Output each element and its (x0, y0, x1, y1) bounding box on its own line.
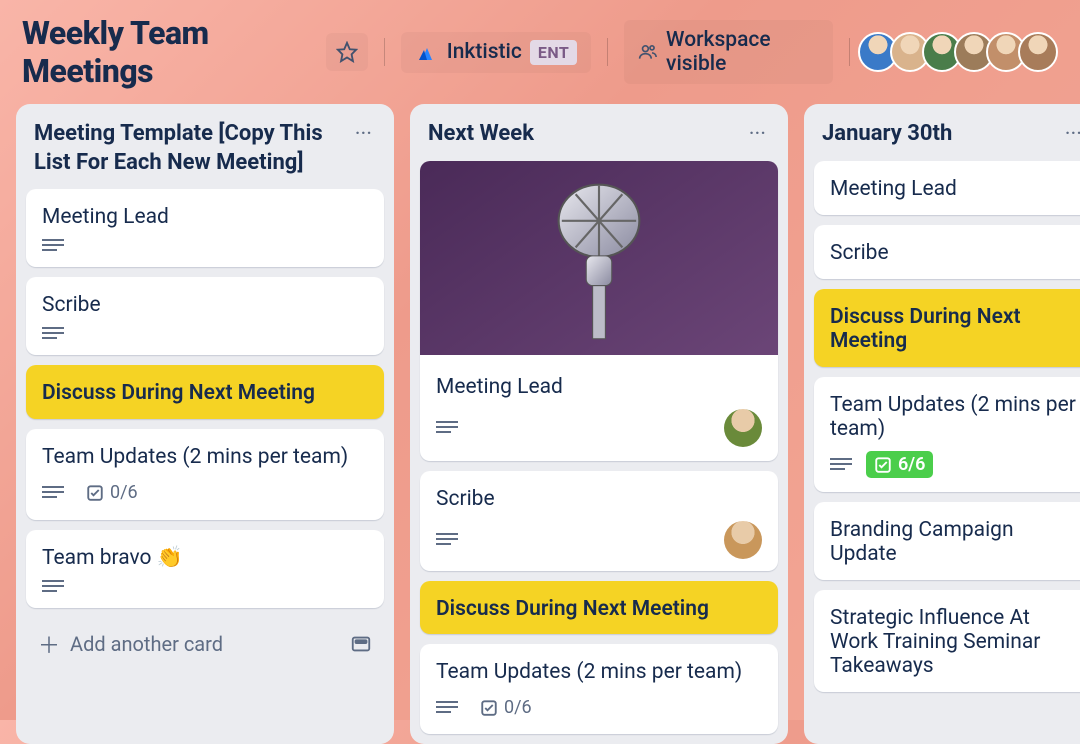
card-badges (42, 580, 368, 594)
star-icon (336, 41, 358, 63)
card-cover (420, 161, 778, 355)
list-header: Next Week ··· (420, 116, 778, 151)
list-title[interactable]: Meeting Template [Copy This List For Eac… (34, 120, 343, 177)
list-title[interactable]: Next Week (428, 120, 737, 149)
card[interactable]: Discuss During Next Meeting (26, 365, 384, 419)
card[interactable]: Meeting Lead (420, 161, 778, 461)
list: January 30th ··· Meeting Lead Scribe Discu… (804, 104, 1080, 744)
people-icon (638, 41, 658, 63)
member-avatars[interactable] (866, 32, 1058, 72)
card-title: Meeting Lead (830, 177, 957, 201)
description-icon (830, 458, 852, 472)
card-title: Discuss During Next Meeting (830, 305, 1078, 353)
board-header: Weekly Team Meetings Inktistic ENT Works… (0, 0, 1080, 104)
list-title[interactable]: January 30th (822, 120, 1053, 149)
card-badges (436, 521, 762, 559)
atlassian-icon (415, 40, 439, 64)
card-badges (42, 239, 368, 253)
board-canvas: Meeting Template [Copy This List For Eac… (0, 104, 1080, 744)
description-icon (42, 580, 64, 594)
card-title: Discuss During Next Meeting (436, 597, 709, 621)
card-title: Branding Campaign Update (830, 518, 1078, 566)
list: Next Week ··· Meeting Lead Scribe Discuss … (410, 104, 788, 744)
list-menu-button[interactable]: ··· (745, 120, 770, 149)
star-button[interactable] (326, 33, 368, 71)
divider (384, 38, 385, 66)
card-badges (436, 409, 762, 447)
add-card-button[interactable]: ＋ Add another card (26, 618, 384, 670)
card[interactable]: Team Updates (2 mins per team) 6/6 (814, 377, 1080, 492)
card[interactable]: Scribe (420, 471, 778, 571)
add-card-label: Add another card (70, 632, 223, 656)
card[interactable]: Team bravo 👏 (26, 530, 384, 608)
visibility-button[interactable]: Workspace visible (624, 20, 833, 84)
list-header: January 30th ··· (814, 116, 1080, 151)
card-badges (42, 327, 368, 341)
description-icon (436, 701, 458, 715)
card-title: Scribe (42, 293, 101, 317)
card-title: Discuss During Next Meeting (42, 381, 315, 405)
card-title: Team Updates (2 mins per team) (42, 445, 348, 469)
workspace-name: Inktistic (447, 40, 522, 64)
card-title: Scribe (830, 241, 889, 265)
divider (607, 38, 608, 66)
list-header: Meeting Template [Copy This List For Eac… (26, 116, 384, 179)
card[interactable]: Scribe (26, 277, 384, 355)
card-title: Meeting Lead (436, 375, 563, 399)
card-badges: 6/6 (830, 451, 1078, 478)
template-icon[interactable] (350, 633, 372, 655)
description-icon (436, 533, 458, 547)
card-badges: 0/6 (436, 694, 762, 721)
checklist-badge: 6/6 (866, 451, 933, 478)
list: Meeting Template [Copy This List For Eac… (16, 104, 394, 744)
card[interactable]: Meeting Lead (814, 161, 1080, 215)
checklist-badge: 0/6 (78, 479, 146, 506)
description-icon (42, 486, 64, 500)
card-title: Team Updates (2 mins per team) (830, 393, 1078, 441)
checklist-badge: 0/6 (472, 694, 540, 721)
visibility-label: Workspace visible (666, 28, 819, 76)
member-avatar[interactable] (1018, 32, 1058, 72)
card[interactable]: Meeting Lead (26, 189, 384, 267)
card-title: Team Updates (2 mins per team) (436, 660, 742, 684)
plus-icon: ＋ (38, 628, 60, 660)
card[interactable]: Team Updates (2 mins per team) 0/6 (420, 644, 778, 734)
card[interactable]: Strategic Influence At Work Training Sem… (814, 590, 1080, 692)
description-icon (436, 421, 458, 435)
divider (849, 38, 850, 66)
description-icon (42, 239, 64, 253)
board-title[interactable]: Weekly Team Meetings (22, 14, 316, 90)
microphone-image (534, 173, 664, 343)
list-menu-button[interactable]: ··· (1061, 120, 1080, 149)
workspace-badge: ENT (530, 40, 577, 65)
list-menu-button[interactable]: ··· (351, 120, 376, 149)
card-member-avatar[interactable] (724, 521, 762, 559)
card[interactable]: Scribe (814, 225, 1080, 279)
workspace-switcher[interactable]: Inktistic ENT (401, 32, 592, 73)
card[interactable]: Discuss During Next Meeting (420, 581, 778, 634)
card-title: Scribe (436, 487, 495, 511)
card-member-avatar[interactable] (724, 409, 762, 447)
card[interactable]: Team Updates (2 mins per team) 0/6 (26, 429, 384, 520)
card[interactable]: Branding Campaign Update (814, 502, 1080, 580)
card[interactable]: Discuss During Next Meeting (814, 289, 1080, 367)
card-title: Team bravo 👏 (42, 546, 183, 570)
card-title: Meeting Lead (42, 205, 169, 229)
description-icon (42, 327, 64, 341)
card-badges: 0/6 (42, 479, 368, 506)
card-title: Strategic Influence At Work Training Sem… (830, 606, 1078, 678)
